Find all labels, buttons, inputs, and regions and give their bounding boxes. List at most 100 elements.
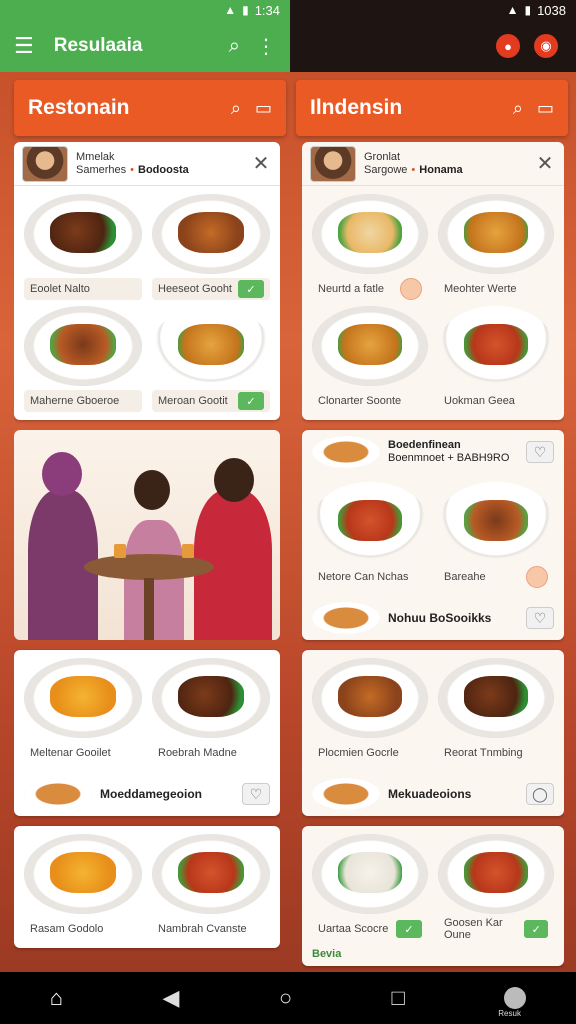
dish-thumbnail bbox=[24, 778, 92, 810]
profile-icon[interactable]: ◉ bbox=[534, 34, 558, 58]
profile-tag: Honama bbox=[419, 163, 463, 176]
promo-strip[interactable]: Moeddamegeoion ♡ bbox=[14, 772, 280, 816]
dish-item[interactable]: Plocmien Gocrle bbox=[312, 658, 428, 764]
dish-label: Plocmien Gocrle bbox=[318, 747, 399, 759]
status-time: 1038 bbox=[537, 2, 566, 18]
dish-item[interactable]: Goosen Kar Oune ✓ bbox=[438, 834, 554, 941]
dish-card: Uartaa Scocre ✓ Goosen Kar Oune ✓ Bevia bbox=[302, 826, 564, 966]
promo-strip[interactable]: Mekuadeoions ◯ bbox=[302, 772, 564, 816]
dot-icon[interactable] bbox=[526, 566, 548, 588]
dish-item[interactable]: Reorat Tnmbing bbox=[438, 658, 554, 764]
profile-text: Mmelak Samerhes • Bodoosta bbox=[76, 151, 250, 177]
wifi-icon: ▲ bbox=[506, 3, 519, 17]
check-icon[interactable]: ✓ bbox=[396, 920, 422, 938]
avatar[interactable] bbox=[310, 145, 356, 182]
dish-item[interactable]: Uartaa Scocre ✓ bbox=[312, 834, 428, 940]
search-icon[interactable]: ⌕ bbox=[231, 98, 241, 119]
back-icon[interactable]: ◀ bbox=[162, 985, 179, 1011]
bottom-tag: Bevia bbox=[312, 948, 342, 960]
dish-item[interactable]: Meltenar Gooilet bbox=[24, 658, 142, 764]
dish-item[interactable]: Bareahe bbox=[438, 482, 554, 588]
dish-item[interactable]: Clonarter Soonte bbox=[312, 306, 428, 412]
heart-icon[interactable]: ♡ bbox=[242, 783, 270, 805]
chat-icon[interactable]: ● bbox=[496, 34, 520, 58]
dish-label: Uartaa Scocre bbox=[318, 923, 389, 935]
dish-label: Reorat Tnmbing bbox=[444, 747, 523, 759]
dish-image bbox=[24, 834, 142, 914]
dish-item[interactable]: Maherne Gboeroe bbox=[24, 306, 142, 412]
profile-tag: Bodoosta bbox=[138, 163, 189, 176]
dish-label: Meohter Werte bbox=[444, 283, 517, 295]
dish-label: Roebrah Madne bbox=[158, 747, 237, 759]
dish-image bbox=[312, 834, 428, 914]
dish-label: Heeseot Gooht bbox=[158, 283, 232, 295]
promo-label: Moeddamegeoion bbox=[100, 787, 203, 801]
dish-item[interactable]: Uokman Geea bbox=[438, 306, 554, 412]
dish-label: Bareahe bbox=[444, 571, 486, 583]
dish-item[interactable]: Netore Can Nchas bbox=[312, 482, 428, 588]
dish-grid: Meltenar Gooilet Roebrah Madne bbox=[14, 650, 280, 772]
profile-sub: Sargowe bbox=[364, 163, 408, 176]
featured-subtitle: Boenmnoet + BABH9RO bbox=[388, 452, 510, 464]
promo-label: Nohuu BoSooikks bbox=[388, 611, 492, 625]
close-icon[interactable]: ✕ bbox=[534, 151, 556, 176]
dish-label: Goosen Kar Oune bbox=[444, 917, 503, 941]
dish-item[interactable]: Meroan Gootit ✓ bbox=[152, 306, 270, 412]
dot-icon[interactable] bbox=[400, 278, 422, 300]
dish-item[interactable]: Heeseot Gooht ✓ bbox=[152, 194, 270, 300]
dish-image bbox=[438, 482, 554, 562]
dish-label: Netore Can Nchas bbox=[318, 571, 409, 583]
app-bar-right: ● ◉ bbox=[290, 20, 576, 72]
check-icon[interactable]: ✓ bbox=[524, 920, 548, 938]
dish-grid: Plocmien Gocrle Reorat Tnmbing bbox=[302, 650, 564, 772]
right-column: Gronlat Sargowe • Honama ✕ Neurtd a fatle … bbox=[302, 142, 564, 972]
dish-image bbox=[312, 658, 428, 738]
heart-icon[interactable]: ◯ bbox=[526, 783, 554, 805]
panel-header-left: Restonain ⌕ ▭ bbox=[14, 80, 286, 136]
dish-card: Plocmien Gocrle Reorat Tnmbing Mekuadeoi… bbox=[302, 650, 564, 816]
dish-item[interactable]: Neurtd a fatle bbox=[312, 194, 428, 300]
check-icon[interactable]: ✓ bbox=[238, 280, 264, 298]
app-title: Resulaaia bbox=[53, 35, 143, 56]
dish-item[interactable]: Rasam Godolo bbox=[24, 834, 142, 940]
navigation-bar: ⌂ ◀ ○ □ Resuk bbox=[0, 972, 576, 1024]
profile-name: Gronlat bbox=[364, 150, 401, 163]
home-circle-icon[interactable]: ○ bbox=[279, 985, 292, 1011]
profile-caption: Resuk bbox=[498, 1009, 521, 1018]
dish-item[interactable]: Eoolet Nalto bbox=[24, 194, 142, 300]
featured-strip[interactable]: Boedenfinean Boenmnoet + BABH9RO ♡ bbox=[302, 430, 564, 474]
dish-item[interactable]: Nambrah Cvanste bbox=[152, 834, 270, 940]
dish-grid: Netore Can Nchas Bareahe bbox=[302, 474, 564, 596]
search-icon[interactable]: ⌕ bbox=[229, 35, 240, 58]
dish-image bbox=[24, 194, 142, 274]
status-bar-right: ▲ ▮ 1038 bbox=[290, 0, 576, 20]
dish-item[interactable]: Roebrah Madne bbox=[152, 658, 270, 764]
dish-item[interactable]: Meohter Werte bbox=[438, 194, 554, 300]
bookmark-icon[interactable]: ▭ bbox=[537, 98, 554, 119]
status-bar-left: ▲ ▮ 1:34 bbox=[0, 0, 290, 20]
dish-card: Rasam Godolo Nambrah Cvanste bbox=[14, 826, 280, 948]
panel-header-right: Ilndensin ⌕ ▭ bbox=[296, 80, 568, 136]
recent-icon[interactable]: □ bbox=[392, 985, 405, 1011]
home-icon[interactable]: ⌂ bbox=[50, 985, 63, 1011]
search-icon[interactable]: ⌕ bbox=[513, 98, 523, 119]
bookmark-icon[interactable]: ▭ bbox=[255, 98, 272, 119]
dish-grid: Neurtd a fatle Meohter Werte Clonarter S… bbox=[302, 186, 564, 420]
dining-illustration bbox=[14, 430, 280, 640]
dish-thumbnail bbox=[312, 436, 380, 468]
promo-strip[interactable]: Nohuu BoSooikks ♡ bbox=[302, 596, 564, 640]
battery-icon: ▮ bbox=[524, 3, 532, 17]
dish-label: Meltenar Gooilet bbox=[30, 747, 111, 759]
dish-image bbox=[152, 306, 270, 386]
dish-label: Meroan Gootit bbox=[158, 395, 228, 407]
dish-card: Meltenar Gooilet Roebrah Madne Moeddameg… bbox=[14, 650, 280, 816]
heart-icon[interactable]: ♡ bbox=[526, 441, 554, 463]
more-vert-icon[interactable]: ⋮ bbox=[256, 34, 276, 59]
profile-avatar-icon[interactable]: Resuk bbox=[498, 987, 527, 1018]
avatar[interactable] bbox=[22, 145, 68, 182]
close-icon[interactable]: ✕ bbox=[250, 151, 272, 176]
check-icon[interactable]: ✓ bbox=[238, 392, 264, 410]
heart-icon[interactable]: ♡ bbox=[526, 607, 554, 629]
dish-card: Boedenfinean Boenmnoet + BABH9RO ♡ Netor… bbox=[302, 430, 564, 640]
hamburger-icon[interactable]: ☰ bbox=[14, 33, 34, 59]
